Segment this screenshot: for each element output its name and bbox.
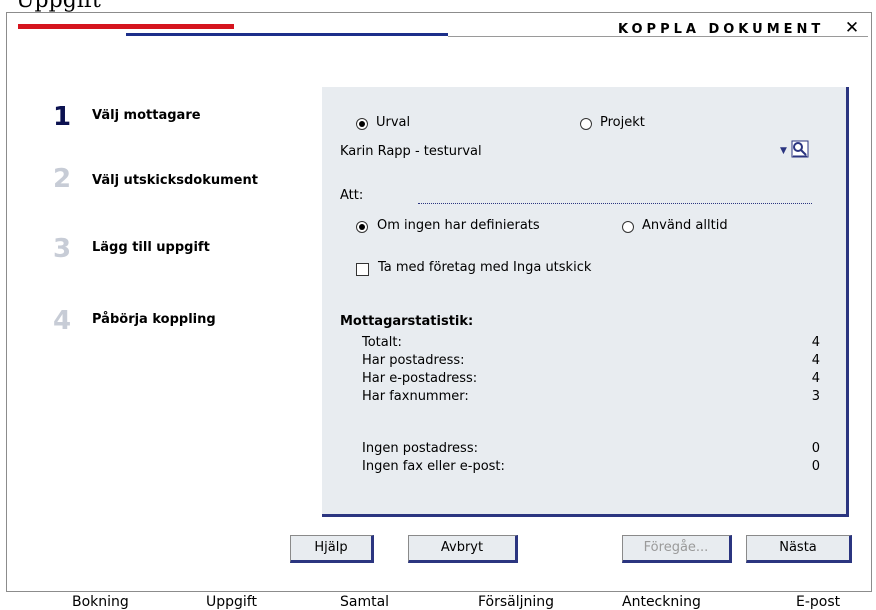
stat-value: 4 [811, 371, 820, 386]
stats-heading: Mottagarstatistik: [340, 314, 474, 329]
stat-label: Har e-postadress: [362, 371, 478, 386]
att-label: Att: [340, 188, 364, 203]
search-icon[interactable] [791, 140, 809, 158]
radio-urval-label[interactable]: Urval [376, 115, 410, 130]
step-3-label[interactable]: Lägg till uppgift [92, 240, 210, 255]
step-1-number: 1 [52, 102, 72, 132]
step-2-label[interactable]: Välj utskicksdokument [92, 173, 258, 188]
header-accent-red [18, 24, 234, 29]
stat-label: Totalt: [362, 335, 402, 350]
att-input-line[interactable] [418, 203, 812, 204]
stat-label: Har postadress: [362, 353, 465, 368]
bottom-tab[interactable]: Anteckning [622, 594, 701, 610]
stat-label: Har faxnummer: [362, 389, 469, 404]
bottom-tab[interactable]: Samtal [340, 594, 389, 610]
stat-value: 0 [811, 441, 820, 456]
radio-projekt-label[interactable]: Projekt [600, 115, 645, 130]
radio-om-ingen-label[interactable]: Om ingen har definierats [377, 218, 540, 233]
radio-projekt[interactable] [580, 118, 592, 130]
step-2-number: 2 [52, 164, 72, 194]
bottom-tab[interactable]: Uppgift [206, 594, 257, 610]
stat-label: Ingen fax eller e-post: [362, 459, 505, 474]
help-button[interactable]: Hjälp [290, 535, 374, 563]
previous-button[interactable]: Föregåe... [622, 535, 732, 563]
bottom-tab[interactable]: Försäljning [478, 594, 554, 610]
dialog-title: KOPPLA DOKUMENT [618, 22, 825, 37]
radio-anvand-alltid[interactable] [622, 221, 634, 233]
selected-list-value: Karin Rapp - testurval [340, 144, 482, 159]
header-accent-blue [126, 33, 448, 36]
cancel-button[interactable]: Avbryt [408, 535, 518, 563]
checkbox-inga-utskick-label[interactable]: Ta med företag med Inga utskick [378, 260, 591, 275]
radio-om-ingen[interactable] [356, 221, 368, 233]
bottom-tab[interactable]: E-post [796, 594, 840, 610]
close-icon[interactable]: ✕ [843, 19, 861, 37]
dropdown-arrow-icon[interactable]: ▼ [780, 146, 787, 156]
stat-value: 0 [811, 459, 820, 474]
stat-value: 4 [811, 353, 820, 368]
bottom-tab[interactable]: Bokning [72, 594, 129, 610]
step-4-number: 4 [52, 306, 72, 336]
step-3-number: 3 [52, 234, 72, 264]
stat-label: Ingen postadress: [362, 441, 478, 456]
stat-value: 3 [811, 389, 820, 404]
step-4-label[interactable]: Påbörja koppling [92, 312, 216, 327]
step-1-label[interactable]: Välj mottagare [92, 108, 201, 123]
radio-urval[interactable] [356, 118, 368, 130]
stat-value: 4 [811, 335, 820, 350]
next-button[interactable]: Nästa [746, 535, 852, 563]
radio-anvand-alltid-label[interactable]: Använd alltid [642, 218, 728, 233]
checkbox-inga-utskick[interactable] [356, 263, 369, 276]
